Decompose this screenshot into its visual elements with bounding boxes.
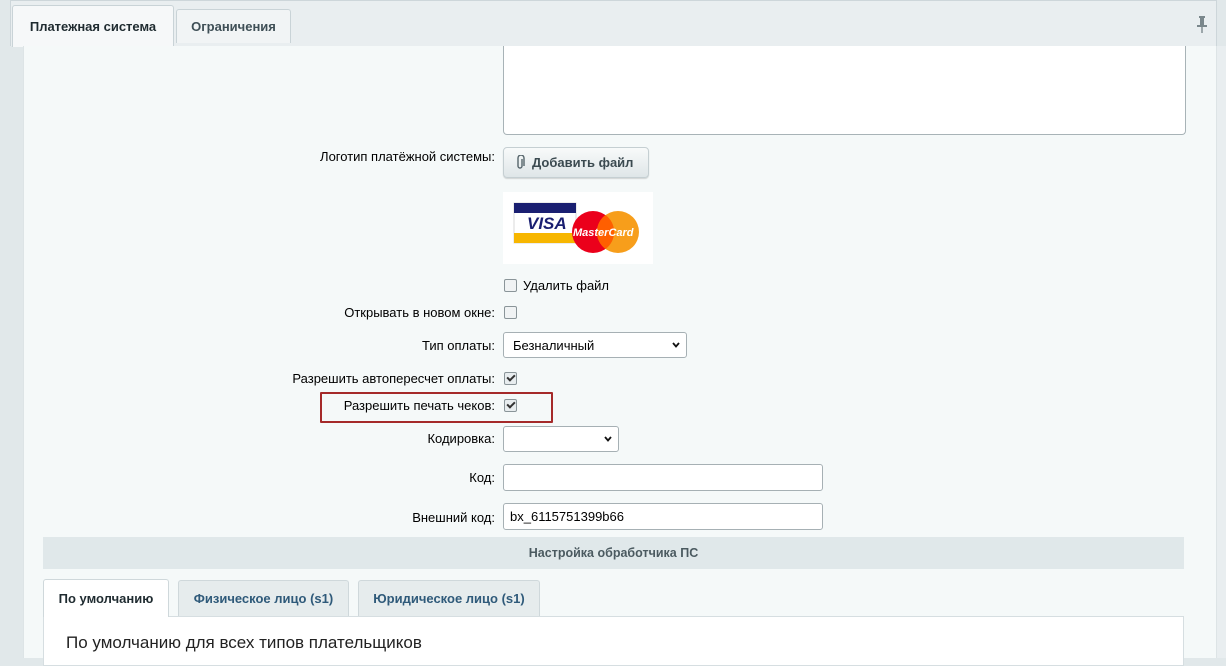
encoding-label: Кодировка: — [427, 431, 495, 446]
payment-type-select[interactable]: Безналичный — [503, 332, 687, 358]
encoding-select[interactable] — [503, 426, 619, 452]
print-checks-checkbox[interactable] — [504, 399, 517, 412]
tab-label: Ограничения — [191, 19, 276, 34]
paperclip-icon — [517, 154, 525, 169]
payment-type-value: Безналичный — [513, 337, 595, 353]
handler-section-title: Настройка обработчика ПС — [528, 546, 699, 560]
svg-text:MasterCard: MasterCard — [573, 227, 634, 239]
code-input[interactable] — [503, 464, 823, 491]
subtab-label: Физическое лицо (s1) — [193, 591, 334, 606]
handler-section-header: Настройка обработчика ПС — [43, 537, 1184, 569]
auto-recalc-label: Разрешить автопересчет оплаты: — [292, 371, 495, 386]
external-code-input[interactable]: bx_6115751399b66 — [503, 503, 823, 530]
tab-bar: Платежная система Ограничения — [10, 0, 1217, 47]
tab-individual[interactable]: Физическое лицо (s1) — [178, 580, 349, 616]
tab-default[interactable]: По умолчанию — [43, 579, 169, 617]
tab-label: Платежная система — [29, 19, 157, 34]
subtab-label: По умолчанию — [58, 591, 154, 606]
payment-type-label: Тип оплаты: — [422, 338, 495, 353]
code-label: Код: — [469, 470, 495, 485]
auto-recalc-checkbox[interactable] — [504, 372, 517, 385]
subtab-label: Юридическое лицо (s1) — [373, 591, 525, 606]
logo-label: Логотип платёжной системы: — [320, 149, 495, 164]
pin-icon[interactable] — [1196, 15, 1208, 33]
add-file-label: Добавить файл — [532, 155, 634, 170]
add-file-button[interactable]: Добавить файл — [503, 147, 649, 178]
delete-file-checkbox[interactable] — [504, 279, 517, 292]
handler-content-title: По умолчанию для всех типов плательщиков — [66, 633, 422, 652]
chevron-down-icon — [604, 436, 612, 442]
svg-text:VISA: VISA — [527, 214, 567, 233]
external-code-value: bx_6115751399b66 — [510, 509, 624, 524]
tab-restrictions[interactable]: Ограничения — [176, 9, 291, 43]
payment-logo-image: VISA MasterCard — [503, 192, 653, 264]
tab-payment-system[interactable]: Платежная система — [12, 5, 174, 47]
delete-file-label: Удалить файл — [523, 278, 610, 293]
description-textarea[interactable] — [503, 46, 1186, 135]
external-code-label: Внешний код: — [412, 510, 495, 525]
tab-legal-entity[interactable]: Юридическое лицо (s1) — [358, 580, 540, 616]
print-checks-label: Разрешить печать чеков: — [343, 398, 495, 413]
new-window-checkbox[interactable] — [504, 306, 517, 319]
vertical-scrollbar[interactable] — [1217, 46, 1226, 658]
new-window-label: Открывать в новом окне: — [344, 305, 495, 320]
chevron-down-icon — [672, 342, 680, 348]
